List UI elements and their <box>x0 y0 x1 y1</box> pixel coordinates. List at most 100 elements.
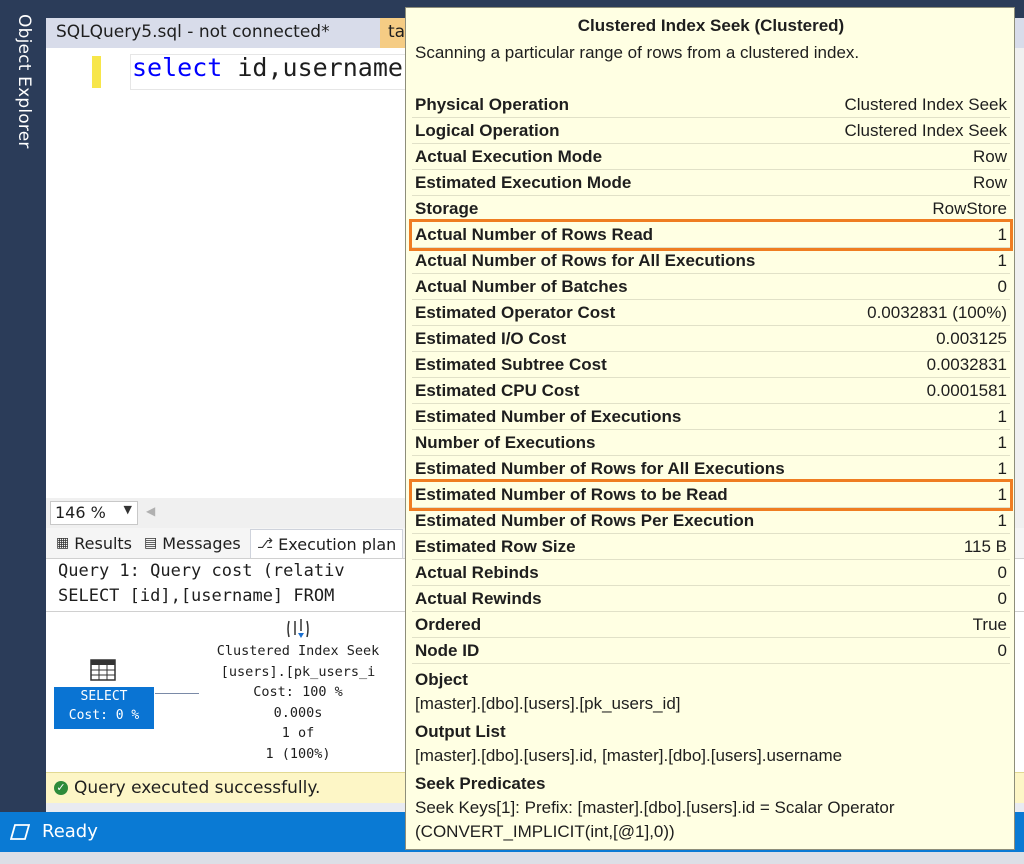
property-row: Storage RowStore <box>412 196 1010 222</box>
seek-predicates-title: Seek Predicates <box>415 774 546 793</box>
chevron-down-icon: ▼ <box>123 503 132 516</box>
output-list-title: Output List <box>415 722 506 741</box>
select-operator-label[interactable]: SELECT Cost: 0 % <box>54 687 154 729</box>
property-name: Estimated Operator Cost <box>415 303 616 322</box>
clustered-index-seek-operator[interactable]: Clustered Index Seek [users].[pk_users_i… <box>198 617 398 764</box>
seek-percent: 1 (100%) <box>265 745 331 762</box>
tab-label: SQLQuery5.sql - not connected* <box>56 22 330 42</box>
tooltip-properties: Physical Operation Clustered Index Seek Lo… <box>409 92 1013 664</box>
property-row: Estimated CPU Cost 0.0001581 <box>412 378 1010 404</box>
property-value: Row <box>972 173 1007 192</box>
property-name: Node ID <box>415 641 480 660</box>
property-value: 1 <box>997 433 1007 452</box>
property-value: 0 <box>997 563 1007 582</box>
property-value: True <box>972 615 1007 634</box>
property-value: 0.0032831 (100%) <box>867 303 1007 322</box>
output-list-value: [master].[dbo].[users].id, [master].[dbo… <box>415 746 843 765</box>
query-status-text: Query executed successfully. <box>74 778 321 798</box>
property-value: 115 B <box>963 537 1007 556</box>
editor-margin <box>46 48 86 498</box>
scroll-left-icon[interactable]: ◀ <box>146 504 155 518</box>
property-name: Actual Rebinds <box>415 563 539 582</box>
tab-sqlquery5[interactable]: SQLQuery5.sql - not connected* <box>46 18 380 48</box>
tab-results[interactable]: ▦ Results <box>56 531 132 555</box>
zoom-dropdown[interactable]: 146 % ▼ <box>50 501 138 525</box>
tab-execution-plan[interactable]: ⎇ Execution plan <box>250 529 404 558</box>
property-name: Estimated Number of Rows for All Executi… <box>415 459 785 478</box>
property-value: 1 <box>997 511 1007 530</box>
property-name: Estimated Number of Rows to be Read <box>415 485 728 504</box>
property-row: Physical Operation Clustered Index Seek <box>412 92 1010 118</box>
property-name: Actual Number of Rows for All Executions <box>415 251 756 270</box>
property-row: Estimated Number of Executions 1 <box>412 404 1010 430</box>
property-name: Estimated Number of Executions <box>415 407 682 426</box>
grid-icon: ▦ <box>56 535 70 551</box>
property-name: Estimated Row Size <box>415 537 576 556</box>
property-value: 0 <box>997 277 1007 296</box>
select-cost: Cost: 0 % <box>68 708 140 723</box>
property-name: Estimated CPU Cost <box>415 381 580 400</box>
seek-name: Clustered Index Seek <box>216 643 380 659</box>
property-value: 0 <box>997 589 1007 608</box>
seek-predicates-value: Seek Keys[1]: Prefix: [master].[dbo].[us… <box>415 798 895 841</box>
property-value: 1 <box>997 407 1007 426</box>
seek-object: [users].[pk_users_i <box>220 663 376 680</box>
property-value: 0.0001581 <box>926 381 1007 400</box>
check-circle-icon: ✓ <box>54 781 68 795</box>
tooltip-sections: Object [master].[dbo].[users].[pk_users_… <box>415 668 1005 844</box>
property-name: Actual Number of Batches <box>415 277 628 296</box>
property-row: Actual Rewinds 0 <box>412 586 1010 612</box>
property-value: 0.0032831 <box>926 355 1007 374</box>
property-value: 1 <box>997 225 1007 244</box>
property-row: Estimated Execution Mode Row <box>412 170 1010 196</box>
query-cost-text: Query 1: Query cost (relativ <box>58 561 345 581</box>
select-label: SELECT <box>80 689 128 704</box>
property-value: Clustered Index Seek <box>844 121 1007 140</box>
property-name: Storage <box>415 199 479 218</box>
tooltip-title: Clustered Index Seek (Clustered) <box>577 16 845 35</box>
property-name: Number of Executions <box>415 433 596 452</box>
taskbar-strip <box>0 852 1024 864</box>
object-explorer-strip: Object Explorer <box>0 0 46 864</box>
property-value: Clustered Index Seek <box>844 95 1007 114</box>
property-row: Estimated Row Size 115 B <box>412 534 1010 560</box>
property-name: Estimated Number of Rows Per Execution <box>415 511 755 530</box>
select-icon <box>90 659 116 681</box>
tab-label: Execution plan <box>278 534 397 554</box>
property-value: 1 <box>997 459 1007 478</box>
property-row: Number of Executions 1 <box>412 430 1010 456</box>
seek-time: 0.000s <box>273 704 323 721</box>
sql-text: id,username <box>222 53 403 82</box>
seek-cost: Cost: 100 % <box>253 684 343 700</box>
property-name: Estimated Subtree Cost <box>415 355 607 374</box>
execution-plan-icon: ⎇ <box>257 536 274 552</box>
object-explorer-tab[interactable]: Object Explorer <box>14 14 34 149</box>
zoom-value: 146 % <box>55 503 106 522</box>
code-line[interactable]: select id,username <box>132 53 403 82</box>
property-row: Estimated I/O Cost 0.003125 <box>412 326 1010 352</box>
messages-icon: ▤ <box>144 535 158 551</box>
property-row: Estimated Operator Cost 0.0032831 (100%) <box>412 300 1010 326</box>
tab-messages[interactable]: ▤ Messages <box>144 531 241 555</box>
property-row: Node ID 0 <box>412 638 1010 664</box>
change-marker <box>92 56 101 88</box>
property-name: Estimated I/O Cost <box>415 329 567 348</box>
query-sql-text: SELECT [id],[username] FROM <box>58 586 335 606</box>
tab-label: Messages <box>162 533 241 553</box>
property-row: Actual Number of Batches 0 <box>412 274 1010 300</box>
property-name: Actual Execution Mode <box>415 147 603 166</box>
operator-tooltip: Clustered Index Seek (Clustered) Scannin… <box>405 7 1015 850</box>
property-row: Actual Rebinds 0 <box>412 560 1010 586</box>
property-row: Ordered True <box>412 612 1010 638</box>
object-value: [master].[dbo].[users].[pk_users_id] <box>415 694 681 713</box>
object-title: Object <box>415 670 468 689</box>
property-name: Actual Rewinds <box>415 589 542 608</box>
tab-label: Results <box>74 533 133 553</box>
sql-keyword: select <box>132 53 223 82</box>
property-row: Estimated Subtree Cost 0.0032831 <box>412 352 1010 378</box>
property-row: Estimated Number of Rows for All Executi… <box>412 456 1010 482</box>
plan-arrow <box>155 693 199 694</box>
property-name: Estimated Execution Mode <box>415 173 632 192</box>
property-row-highlighted: Estimated Number of Rows to be Read 1 <box>409 479 1013 511</box>
ready-icon <box>10 824 30 840</box>
